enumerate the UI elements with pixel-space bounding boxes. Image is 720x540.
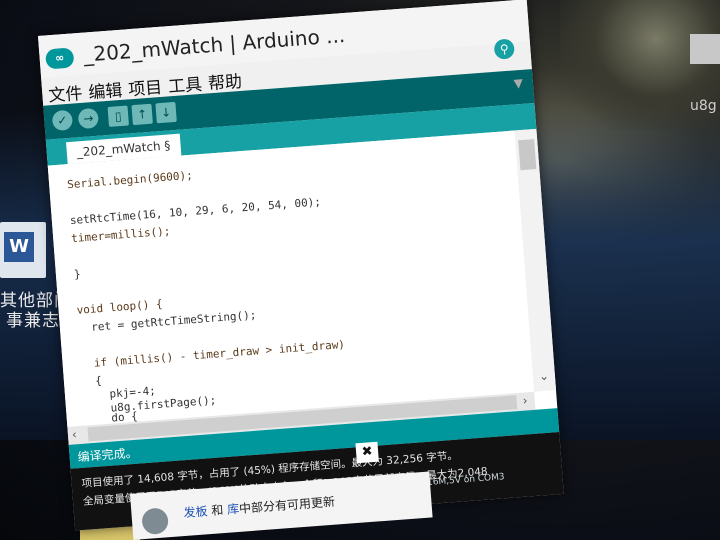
arduino-ide-window: ∞ _202_mWatch | Arduino ... 文件 编辑 项目 工具 …	[38, 0, 564, 531]
boards-link[interactable]: 发板	[183, 504, 208, 520]
code-editor[interactable]: Serial.begin(9600); setRtcTime(16, 10, 2…	[47, 130, 535, 427]
scrollbar-thumb[interactable]	[518, 139, 537, 171]
code-line: timer=millis();	[70, 224, 171, 246]
save-sketch-button[interactable]: ↓	[155, 101, 177, 124]
desktop-app-icon[interactable]	[690, 34, 720, 64]
notification-suffix: 中部分有可用更新	[238, 494, 336, 516]
scroll-down-chevron-icon[interactable]: ⌄	[538, 369, 549, 384]
desktop-icon-label: u8g	[690, 98, 717, 114]
notification-text: 发板 和 库中部分有可用更新	[183, 493, 336, 521]
code-line: void loop() {	[76, 297, 164, 317]
code-line: setRtcTime(16, 10, 29, 6, 20, 54, 00);	[69, 195, 322, 228]
code-line: }	[73, 267, 82, 281]
libraries-link[interactable]: 库	[227, 502, 240, 517]
info-icon	[141, 507, 170, 536]
code-line: {	[81, 374, 103, 389]
compile-status: 编译完成。	[77, 445, 139, 465]
verify-button[interactable]: ✓	[51, 109, 74, 132]
code-line: Serial.begin(9600);	[66, 168, 194, 192]
upload-button[interactable]: →	[77, 107, 100, 130]
code-line: if (millis() - timer_draw > init_draw)	[80, 337, 346, 371]
arduino-logo-icon: ∞	[45, 47, 75, 70]
word-logo: W	[4, 232, 34, 262]
new-sketch-button[interactable]: ▯	[107, 105, 129, 127]
tab-menu-chevron-down-icon[interactable]: ▼	[513, 76, 523, 91]
word-document-icon[interactable]: W	[0, 222, 46, 278]
notification-conjunction: 和	[210, 503, 224, 518]
scroll-right-chevron-icon[interactable]: ›	[522, 393, 528, 407]
close-icon[interactable]: ✖	[355, 441, 379, 464]
scroll-left-chevron-icon[interactable]: ‹	[71, 427, 77, 441]
open-sketch-button[interactable]: ↑	[131, 103, 153, 126]
